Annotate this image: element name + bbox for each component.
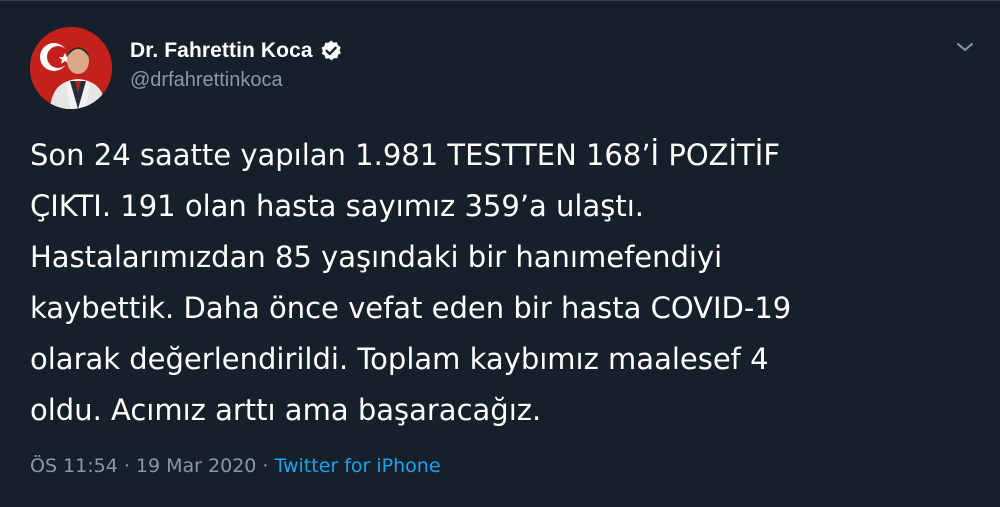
author-names: Dr. Fahrettin Koca @drfahrettinkoca (130, 36, 343, 92)
tweet-text-line: Son 24 saatte yapılan 1.981 TESTTEN 168’… (30, 138, 781, 172)
handle[interactable]: @drfahrettinkoca (130, 69, 343, 92)
avatar[interactable] (30, 27, 112, 109)
tweet-text-line: kaybettik. Daha önce vefat eden bir hast… (30, 291, 792, 325)
tweet-text-line: oldu. Acımız arttı ama başaracağız. (30, 393, 542, 427)
source-link[interactable]: Twitter for iPhone (275, 455, 441, 477)
tweet-text-line: ÇIKTI. 191 olan hasta sayımız 359’a ulaş… (30, 189, 644, 223)
verified-badge-icon (319, 39, 343, 63)
profile-photo-icon (30, 27, 112, 109)
tweet-text-line: olarak değerlendirildi. Toplam kaybımız … (30, 342, 769, 376)
tweet-card: Dr. Fahrettin Koca @drfahrettinkoca Son … (0, 0, 1000, 507)
timestamp[interactable]: ÖS 11:54 · 19 Mar 2020 · (30, 455, 268, 477)
tweet-text: Son 24 saatte yapılan 1.981 TESTTEN 168’… (30, 130, 970, 436)
display-name-row[interactable]: Dr. Fahrettin Koca (130, 36, 343, 66)
display-name[interactable]: Dr. Fahrettin Koca (130, 39, 313, 63)
tweet-meta: ÖS 11:54 · 19 Mar 2020 · Twitter for iPh… (30, 455, 441, 477)
tweet-text-line: Hastalarımızdan 85 yaşındaki bir hanımef… (30, 240, 723, 274)
chevron-down-icon[interactable] (954, 39, 976, 55)
